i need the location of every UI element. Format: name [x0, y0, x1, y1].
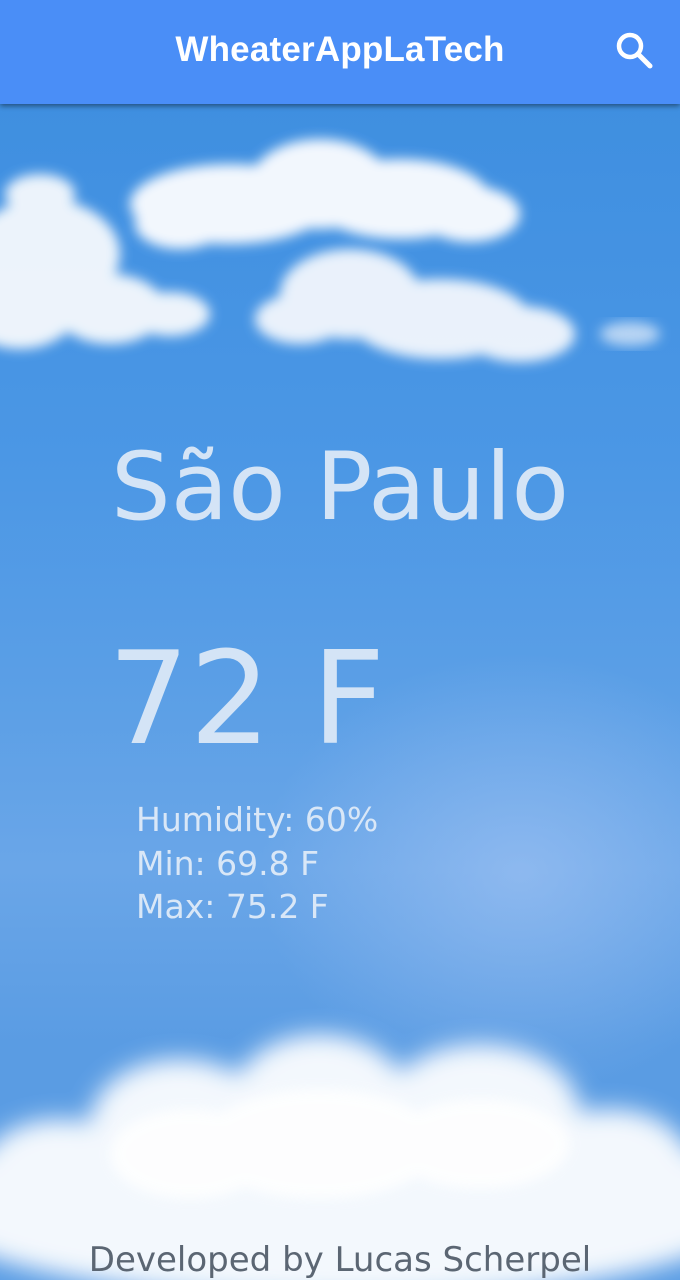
temperature: 72 F [108, 625, 386, 774]
weather-details: Humidity: 60% Min: 69.8 F Max: 75.2 F [136, 798, 378, 929]
search-icon [616, 32, 653, 69]
max-temperature: Max: 75.2 F [136, 887, 329, 926]
weather-app: WheaterAppLaTech São Paulo 72 F Humidity… [0, 0, 680, 1280]
developer-credit: Developed by Lucas Scherpel [88, 1240, 592, 1280]
city-name: São Paulo [111, 433, 569, 542]
search-button[interactable] [612, 28, 658, 74]
min-temperature: Min: 69.8 F [136, 843, 320, 883]
humidity-value: Humidity: 60% [136, 800, 379, 839]
app-bar: WheaterAppLaTech [0, 0, 680, 104]
app-title: WheaterAppLaTech [175, 30, 505, 69]
